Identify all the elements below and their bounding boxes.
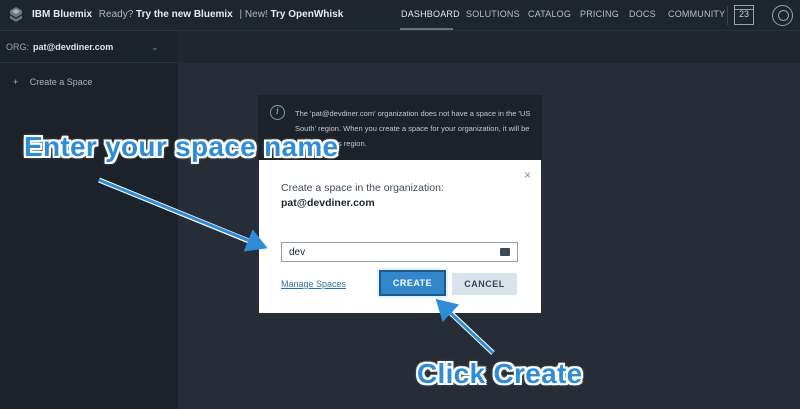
create-button[interactable]: CREATE bbox=[379, 270, 446, 296]
chevron-down-icon[interactable]: ⌄ bbox=[151, 42, 159, 53]
org-value: pat@devdiner.com bbox=[33, 42, 114, 52]
close-icon[interactable]: × bbox=[524, 169, 531, 181]
space-name-input[interactable] bbox=[281, 242, 518, 262]
manage-spaces-link[interactable]: Manage Spaces bbox=[281, 279, 346, 289]
brand-name[interactable]: IBM Bluemix bbox=[32, 9, 92, 20]
sidebar: ORG: pat@devdiner.com ⌄ + Create a Space bbox=[0, 31, 178, 409]
cancel-button[interactable]: CANCEL bbox=[452, 273, 517, 295]
announcement-text: Ready? bbox=[98, 9, 134, 20]
nav-solutions[interactable]: SOLUTIONS bbox=[466, 9, 520, 19]
main-header-strip bbox=[178, 31, 800, 63]
annotation-click-create: Click Create bbox=[417, 358, 583, 389]
calendar-day: 23 bbox=[738, 9, 749, 19]
nav-pricing[interactable]: PRICING bbox=[580, 9, 619, 19]
annotation-enter-name: Enter your space name bbox=[24, 131, 339, 162]
nav-catalog[interactable]: CATALOG bbox=[528, 9, 571, 19]
active-tab-indicator bbox=[400, 28, 453, 30]
dialog-subtitle: Create a space in the organization: bbox=[281, 182, 444, 194]
announcement-separator: | New! bbox=[239, 9, 268, 20]
ibm-bluemix-logo-icon[interactable] bbox=[7, 6, 25, 24]
keyboard-autofill-icon[interactable] bbox=[500, 244, 510, 256]
dialog-org-email: pat@devdiner.com bbox=[281, 197, 375, 209]
top-bar: IBM Bluemix Ready? Try the new Bluemix |… bbox=[0, 0, 800, 31]
create-space-link[interactable]: + Create a Space bbox=[13, 77, 92, 87]
topbar-divider bbox=[727, 6, 728, 25]
nav-dashboard[interactable]: DASHBOARD bbox=[401, 9, 460, 19]
brand-bar: IBM Bluemix Ready? Try the new Bluemix |… bbox=[32, 9, 343, 20]
create-space-label: Create a Space bbox=[29, 77, 93, 87]
info-icon: i bbox=[270, 105, 285, 120]
nav-docs[interactable]: DOCS bbox=[629, 9, 656, 19]
try-new-bluemix-link[interactable]: Try the new Bluemix bbox=[136, 9, 233, 20]
org-label: ORG: bbox=[6, 42, 30, 52]
nav-community[interactable]: COMMUNITY bbox=[668, 9, 725, 19]
calendar-icon[interactable]: 23 bbox=[734, 5, 754, 25]
create-space-dialog: × Create a space in the organization: pa… bbox=[259, 160, 541, 313]
user-avatar-icon[interactable] bbox=[772, 5, 793, 26]
org-selector[interactable]: ORG: pat@devdiner.com ⌄ bbox=[0, 31, 178, 63]
try-openwhisk-link[interactable]: Try OpenWhisk bbox=[270, 9, 343, 20]
plus-icon: + bbox=[13, 77, 19, 87]
